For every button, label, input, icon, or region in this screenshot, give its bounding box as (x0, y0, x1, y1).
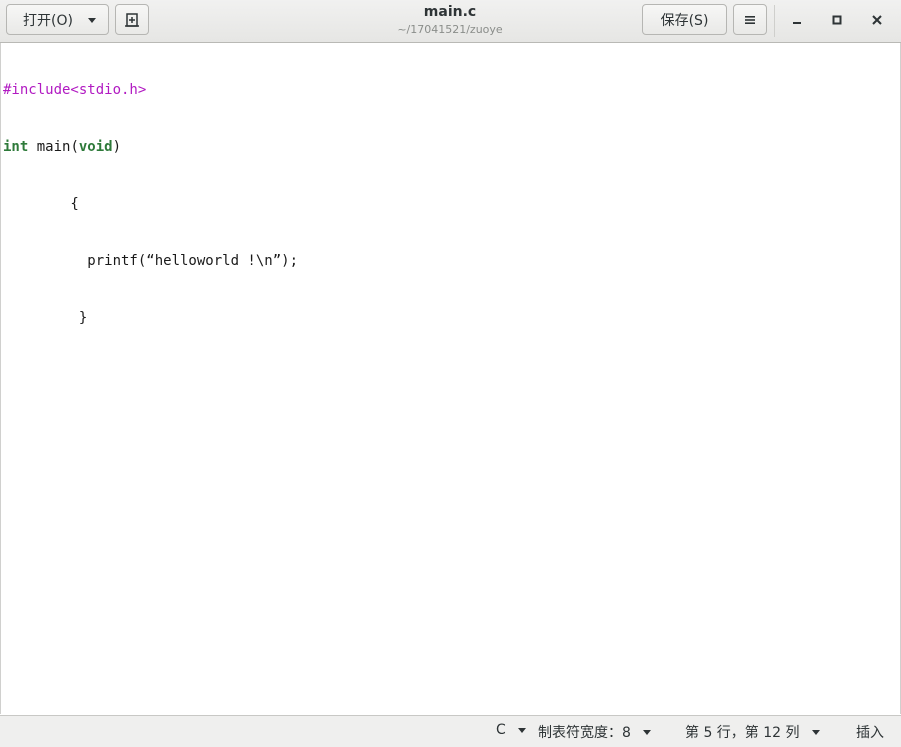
close-button[interactable] (863, 6, 891, 34)
code-line-4: printf(“helloworld !\n”); (3, 252, 298, 271)
chevron-down-icon (88, 18, 96, 23)
minimize-button[interactable] (783, 6, 811, 34)
window-title: main.c (423, 4, 477, 20)
menu-button[interactable] (733, 4, 767, 35)
new-document-icon (125, 12, 139, 27)
minimize-icon (793, 22, 801, 24)
code-content[interactable]: #include<stdio.h> int main(void) { print… (3, 43, 298, 366)
insert-mode-indicator: 插入 (856, 722, 884, 742)
function-name: main( (28, 139, 79, 155)
insert-mode-label: 插入 (856, 725, 884, 741)
code-line-2: int main(void) (3, 138, 298, 157)
tab-width-selector[interactable]: 制表符宽度：8 (538, 722, 651, 742)
language-label: C (496, 722, 506, 738)
maximize-icon (832, 15, 842, 25)
code-line-3: { (3, 195, 298, 214)
keyword-int: int (3, 139, 29, 155)
paren-close: ) (112, 139, 122, 155)
cursor-position-selector[interactable]: 第 5 行，第 12 列 (685, 722, 820, 742)
keyword-void: void (78, 139, 113, 155)
code-text: } (3, 310, 88, 326)
language-selector[interactable]: C (496, 722, 526, 738)
hamburger-icon (745, 15, 755, 24)
save-button[interactable]: 保存(S) (642, 4, 727, 35)
preprocessor-directive: #include<stdio.h> (3, 82, 147, 98)
chevron-down-icon (642, 729, 651, 735)
header-separator (774, 5, 775, 37)
tab-width-label: 制表符宽度：8 (538, 725, 631, 741)
text-editor[interactable]: #include<stdio.h> int main(void) { print… (0, 43, 901, 714)
code-line-1: #include<stdio.h> (3, 81, 298, 100)
close-icon (872, 15, 882, 25)
save-button-label: 保存(S) (660, 12, 709, 29)
window-subtitle: ~/17041521/zuoye (397, 23, 503, 36)
code-text: { (3, 196, 79, 212)
maximize-button[interactable] (823, 6, 851, 34)
header-bar: 打开(O) main.c ~/17041521/zuoye 保存(S) (0, 0, 901, 43)
code-line-5: } (3, 309, 298, 328)
cursor-position-label: 第 5 行，第 12 列 (685, 725, 800, 741)
chevron-down-icon (517, 727, 526, 733)
open-button[interactable]: 打开(O) (6, 4, 109, 35)
chevron-down-icon (811, 729, 820, 735)
new-document-button[interactable] (115, 4, 149, 35)
status-bar: C 制表符宽度：8 第 5 行，第 12 列 插入 (0, 715, 901, 747)
code-text: printf(“helloworld !\n”); (3, 253, 299, 269)
open-button-label: 打开(O) (23, 12, 73, 29)
